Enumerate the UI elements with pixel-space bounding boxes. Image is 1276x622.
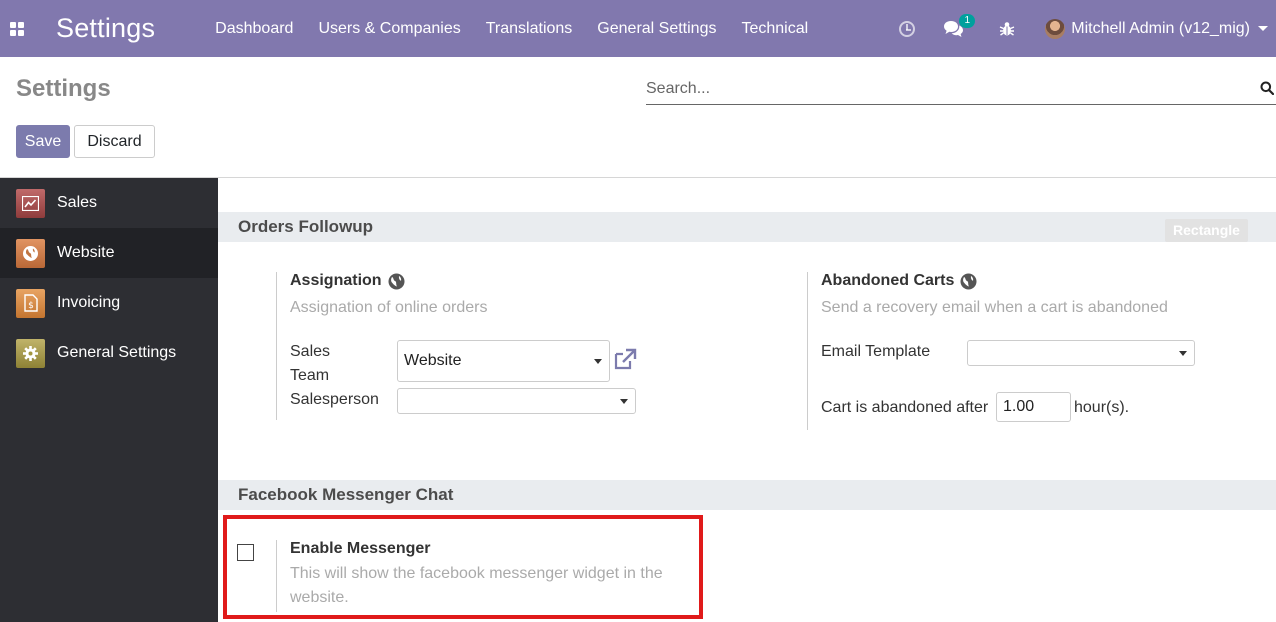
- gear-icon: [16, 338, 45, 368]
- abandoned-delay-input[interactable]: 1.00: [996, 392, 1071, 422]
- search-icon[interactable]: [1260, 81, 1274, 95]
- abandoned-carts-help: Send a recovery email when a cart is aba…: [821, 299, 1168, 316]
- search-input[interactable]: [646, 75, 1246, 103]
- chevron-down-icon: [620, 399, 628, 404]
- debug-button[interactable]: [999, 21, 1015, 37]
- avatar: [1045, 18, 1066, 39]
- chevron-down-icon: [594, 359, 602, 364]
- enable-messenger-help: This will show the facebook messenger wi…: [290, 565, 663, 606]
- globe-icon: [960, 273, 977, 289]
- app-brand-title: Settings: [56, 13, 156, 43]
- page-title: Settings: [16, 75, 111, 102]
- top-navbar: Settings Dashboard Users & Companies Tra…: [0, 0, 1276, 57]
- main-menu: Dashboard Users & Companies Translations…: [215, 20, 833, 38]
- chevron-down-icon: [1258, 26, 1268, 31]
- setting-title-text: Assignation: [290, 272, 382, 289]
- settings-content: Orders Followup Rectangle Assignation As…: [218, 178, 1276, 622]
- user-menu[interactable]: Mitchell Admin (v12_mig): [1045, 18, 1272, 39]
- section-title: Orders Followup: [238, 217, 374, 236]
- sales-icon: [16, 188, 45, 218]
- settings-sidebar: Sales Website $ Invoicing General Settin…: [0, 178, 218, 622]
- activity-button[interactable]: [899, 20, 943, 37]
- menu-item-dashboard[interactable]: Dashboard: [215, 20, 293, 38]
- control-panel: Settings Save Discard: [0, 57, 1276, 178]
- sidebar-item-sales[interactable]: Sales: [0, 178, 218, 228]
- abandoned-after-unit: hour(s).: [1074, 399, 1130, 416]
- rectangle-badge: Rectangle: [1165, 219, 1248, 242]
- sales-team-label-line-1: Sales: [290, 343, 331, 360]
- section-heading-orders-followup: Orders Followup Rectangle: [218, 212, 1276, 242]
- sidebar-item-website[interactable]: Website: [0, 228, 218, 278]
- discard-button[interactable]: Discard: [74, 125, 155, 158]
- sidebar-item-label: Sales: [57, 194, 98, 211]
- email-template-select[interactable]: [967, 340, 1195, 366]
- menu-item-users-companies[interactable]: Users & Companies: [318, 20, 460, 38]
- messaging-button[interactable]: 1: [943, 13, 976, 38]
- sidebar-item-label: General Settings: [57, 344, 177, 361]
- abandoned-carts-setting: Abandoned Carts Send a recovery email wh…: [807, 272, 1247, 430]
- section-title: Facebook Messenger Chat: [238, 485, 454, 504]
- menu-item-translations[interactable]: Translations: [486, 20, 573, 38]
- sidebar-item-label: Invoicing: [57, 294, 121, 311]
- salesperson-label: Salesperson: [290, 391, 379, 408]
- sales-team-select[interactable]: Website: [397, 340, 610, 382]
- search-bar: [646, 75, 1276, 105]
- sales-team-label: Sales Team: [290, 340, 330, 388]
- invoicing-icon: $: [16, 288, 45, 318]
- messaging-count-badge: 1: [959, 13, 976, 28]
- save-button[interactable]: Save: [16, 125, 70, 158]
- chevron-down-icon: [1179, 351, 1187, 356]
- section-heading-facebook-messenger: Facebook Messenger Chat: [218, 480, 1276, 510]
- salesperson-select[interactable]: [397, 388, 636, 414]
- apps-menu-button[interactable]: [0, 0, 34, 57]
- enable-messenger-setting: Enable Messenger This will show the face…: [276, 540, 696, 612]
- assignation-setting: Assignation Assignation of online orders…: [276, 272, 696, 420]
- svg-text:$: $: [28, 301, 34, 311]
- sidebar-item-general-settings[interactable]: General Settings: [0, 328, 218, 378]
- external-link-icon[interactable]: [613, 348, 637, 370]
- menu-item-technical[interactable]: Technical: [741, 20, 808, 38]
- bug-icon: [999, 21, 1015, 36]
- sales-team-value: Website: [404, 352, 462, 369]
- sidebar-item-invoicing[interactable]: $ Invoicing: [0, 278, 218, 328]
- sidebar-item-label: Website: [57, 244, 115, 261]
- assignation-help: Assignation of online orders: [290, 299, 488, 316]
- apps-grid-icon: [10, 21, 24, 36]
- globe-icon: [388, 273, 405, 289]
- abandoned-carts-title: Abandoned Carts: [821, 272, 1247, 290]
- enable-messenger-checkbox[interactable]: [237, 544, 254, 561]
- sales-team-label-line-2: Team: [290, 367, 330, 384]
- website-icon: [16, 238, 45, 268]
- abandoned-after-label: Cart is abandoned after: [821, 399, 989, 416]
- systray: 1 Mitchell Admin (v12_mig): [899, 0, 1276, 57]
- email-template-label: Email Template: [821, 343, 931, 360]
- clock-icon: [899, 20, 916, 37]
- menu-item-general-settings[interactable]: General Settings: [597, 20, 716, 38]
- setting-title-text: Abandoned Carts: [821, 272, 955, 289]
- user-name: Mitchell Admin (v12_mig): [1071, 19, 1250, 37]
- enable-messenger-title: Enable Messenger: [290, 540, 431, 557]
- assignation-title: Assignation: [290, 272, 696, 290]
